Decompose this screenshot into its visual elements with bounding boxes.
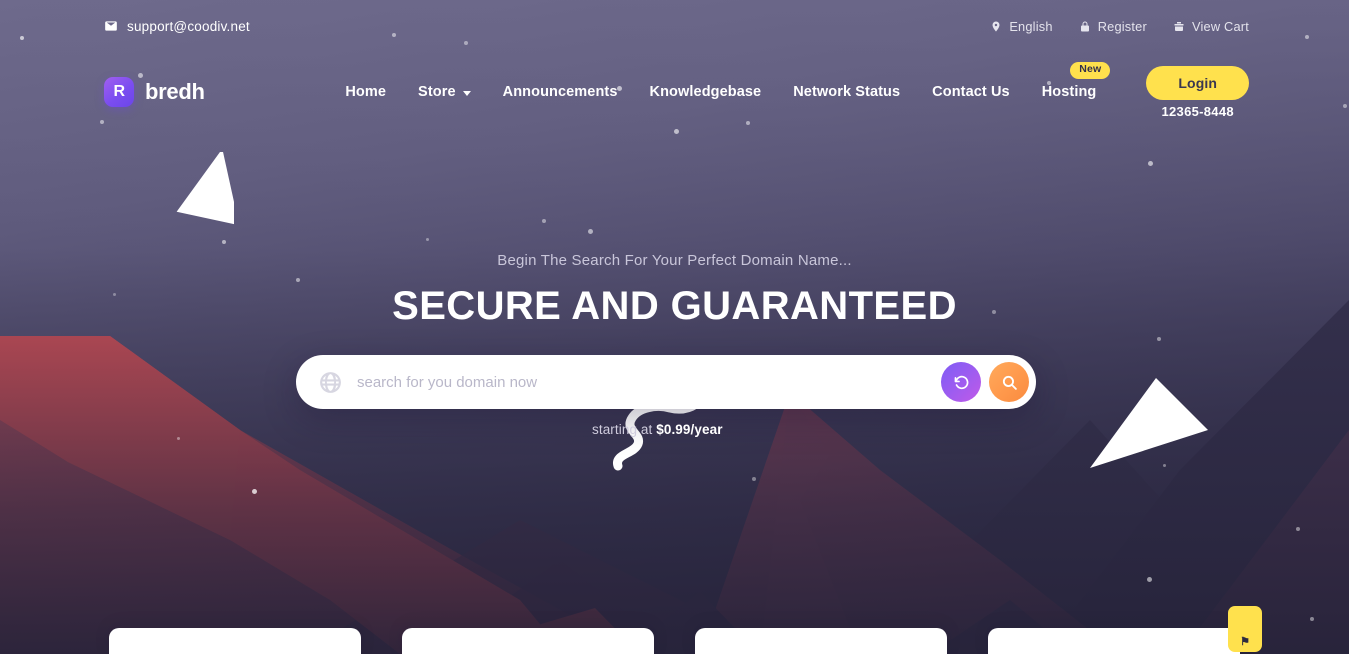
nav-item-network-status-label: Network Status bbox=[793, 84, 901, 100]
nav-item-home-label: Home bbox=[345, 84, 387, 100]
top-utility-links: English Register View Cart bbox=[990, 19, 1249, 34]
new-badge: New bbox=[1070, 62, 1111, 79]
nav-item-store-label: Store bbox=[418, 84, 456, 100]
lock-icon bbox=[1079, 20, 1091, 33]
domain-search-bar bbox=[296, 355, 1036, 409]
decor-triangle-left bbox=[176, 152, 234, 226]
language-label: English bbox=[1009, 18, 1053, 34]
nav-item-announcements[interactable]: Announcements bbox=[487, 84, 634, 100]
top-utility-bar: support@coodiv.net English Register View bbox=[0, 0, 1349, 52]
reset-search-button[interactable] bbox=[941, 362, 981, 402]
view-cart-label: View Cart bbox=[1191, 18, 1249, 34]
globe-icon bbox=[318, 370, 343, 395]
decor-squiggle bbox=[613, 402, 700, 471]
shopping-bag-icon bbox=[1173, 20, 1185, 33]
main-navbar: R bredh Home Store Announcements Knowled… bbox=[0, 52, 1349, 132]
language-selector[interactable]: English bbox=[990, 19, 1052, 34]
register-link[interactable]: Register bbox=[1079, 19, 1147, 34]
nav-item-knowledgebase-label: Knowledgebase bbox=[649, 84, 762, 100]
nav-item-store[interactable]: Store bbox=[402, 84, 487, 100]
register-label: Register bbox=[1097, 18, 1147, 34]
card-flag-badge: ⚑ bbox=[1228, 606, 1262, 652]
domain-search bbox=[296, 355, 1036, 409]
decor-triangle-right bbox=[1090, 378, 1208, 468]
login-button[interactable]: Login bbox=[1146, 65, 1249, 100]
hero-section: support@coodiv.net English Register View bbox=[0, 0, 1349, 654]
brand-logo[interactable]: R bredh bbox=[104, 77, 205, 107]
feature-card[interactable]: ⚑ bbox=[988, 606, 1262, 654]
feature-card[interactable] bbox=[402, 628, 654, 654]
feature-cards-row: ⚑ bbox=[0, 606, 1349, 654]
nav-item-hosting-label: Hosting bbox=[1041, 84, 1097, 100]
nav-actions: Login 12365-8448 bbox=[1146, 65, 1249, 119]
support-email[interactable]: support@coodiv.net bbox=[104, 19, 250, 34]
feature-card[interactable] bbox=[695, 628, 947, 654]
price-prefix: starting at bbox=[592, 422, 657, 437]
view-cart-link[interactable]: View Cart bbox=[1173, 19, 1249, 34]
nav-item-announcements-label: Announcements bbox=[502, 84, 618, 100]
nav-item-hosting[interactable]: Hosting New bbox=[1026, 62, 1113, 100]
magnifier-icon bbox=[1002, 375, 1017, 390]
search-submit-button[interactable] bbox=[989, 362, 1029, 402]
phone-number: 12365-8448 bbox=[1161, 103, 1234, 119]
price-value: $0.99/year bbox=[656, 422, 723, 437]
price-note: starting at $0.99/year bbox=[592, 422, 723, 437]
nav-links: Home Store Announcements Knowledgebase N… bbox=[329, 62, 1113, 100]
nav-item-network-status[interactable]: Network Status bbox=[777, 84, 916, 100]
chevron-down-icon bbox=[462, 90, 471, 96]
brand-name: bredh bbox=[145, 79, 205, 104]
search-actions bbox=[941, 362, 1029, 402]
nav-item-contact-us[interactable]: Contact Us bbox=[916, 84, 1026, 100]
logo-mark-icon: R bbox=[104, 77, 134, 107]
nav-item-home[interactable]: Home bbox=[329, 84, 402, 100]
flag-icon: ⚑ bbox=[1240, 636, 1250, 648]
logo-mark-letter: R bbox=[113, 83, 125, 100]
support-email-text: support@coodiv.net bbox=[127, 18, 250, 34]
nav-item-knowledgebase[interactable]: Knowledgebase bbox=[634, 84, 778, 100]
nav-item-contact-us-label: Contact Us bbox=[932, 84, 1010, 100]
mail-icon bbox=[104, 19, 118, 33]
feature-card[interactable] bbox=[109, 628, 361, 654]
reset-arrow-icon bbox=[954, 375, 968, 389]
search-input[interactable] bbox=[343, 373, 1036, 391]
location-pin-icon bbox=[990, 20, 1002, 33]
